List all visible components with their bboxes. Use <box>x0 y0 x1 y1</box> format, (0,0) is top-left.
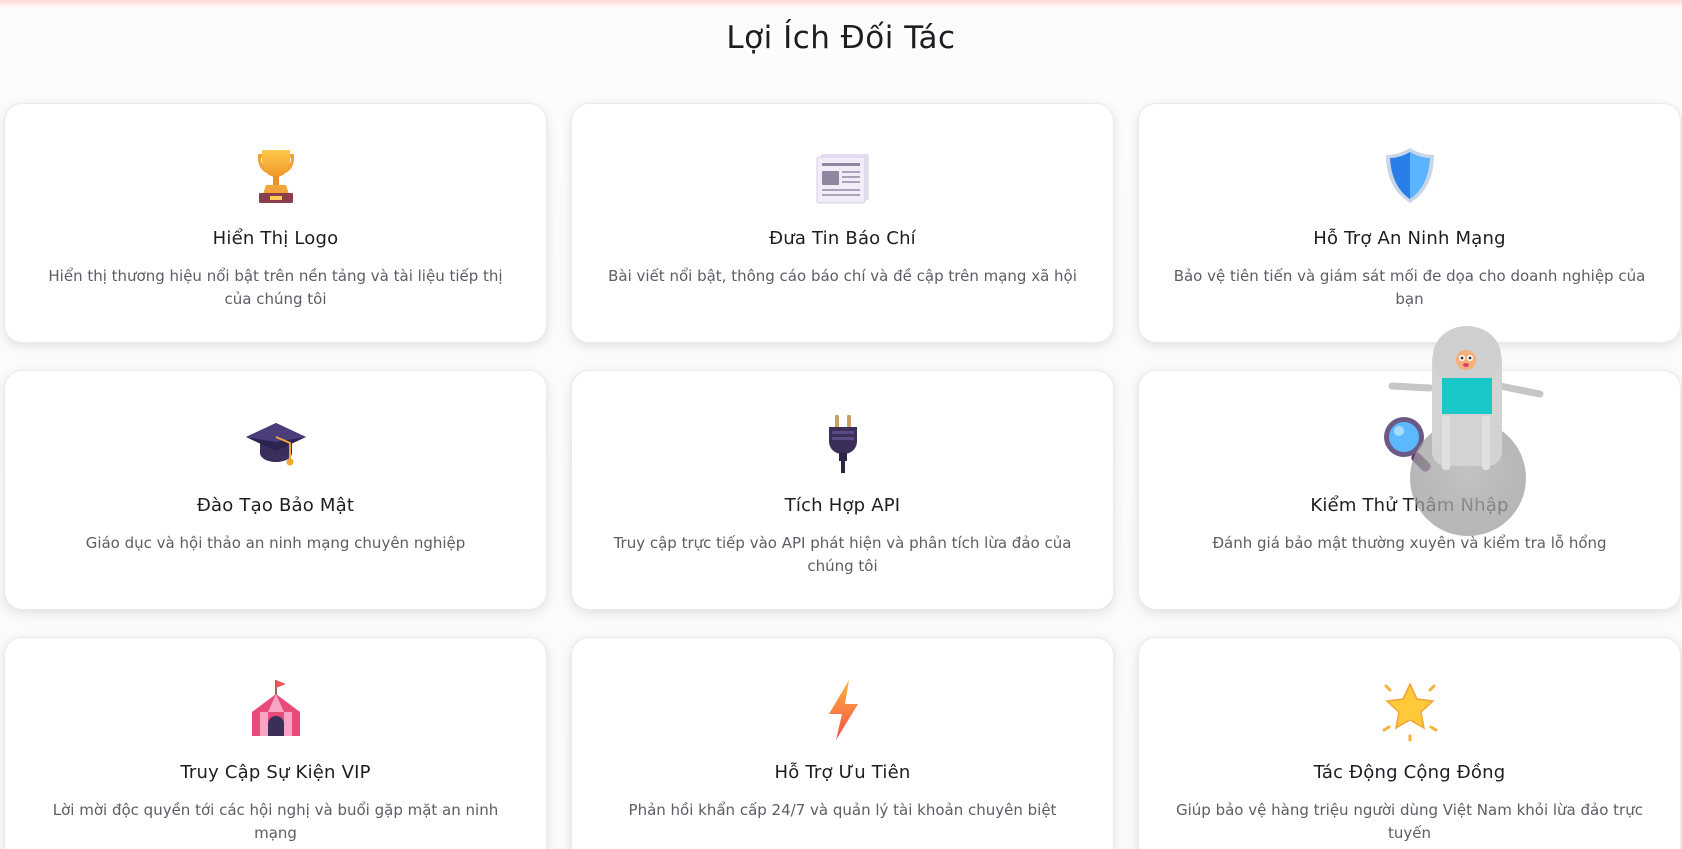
benefit-description: Truy cập trực tiếp vào API phát hiện và … <box>613 534 1072 575</box>
newspaper-icon <box>816 154 869 204</box>
benefit-card-priority-support: Hỗ Trợ Ưu Tiên Phản hồi khẩn cấp 24/7 và… <box>571 637 1114 849</box>
benefit-description: Bảo vệ tiên tiến và giám sát mối đe dọa … <box>1173 267 1646 308</box>
benefit-title: Truy Cập Sự Kiện VIP <box>180 762 371 783</box>
robot-mascot-overlay <box>1388 326 1544 536</box>
benefit-card-api: Tích Hợp API Truy cập trực tiếp vào API … <box>571 370 1114 610</box>
benefit-description: Lời mời độc quyền tới các hội nghị và bu… <box>52 801 499 842</box>
benefit-card-community: Tác Động Cộng Đồng Giúp bảo vệ hàng triệ… <box>1138 637 1681 849</box>
benefit-description: Giáo dục và hội thảo an ninh mạng chuyên… <box>85 534 466 552</box>
lightning-icon <box>828 680 858 740</box>
benefit-description: Phản hồi khẩn cấp 24/7 và quản lý tài kh… <box>628 801 1057 819</box>
benefit-title: Tích Hợp API <box>784 495 901 516</box>
benefit-card-training: Đào Tạo Bảo Mật Giáo dục và hội thảo an … <box>4 370 547 610</box>
graduation-cap-icon <box>245 423 306 466</box>
benefit-description: Bài viết nổi bật, thông cáo báo chí và đ… <box>608 267 1077 285</box>
benefit-description: Hiển thị thương hiệu nổi bật trên nền tả… <box>48 267 503 308</box>
section-title: Lợi Ích Đối Tác <box>726 20 956 56</box>
benefit-card-press: Đưa Tin Báo Chí Bài viết nổi bật, thông … <box>571 103 1114 343</box>
shield-icon <box>1385 148 1434 203</box>
benefit-card-vip-events: Truy Cập Sự Kiện VIP Lời mời độc quyền t… <box>4 637 547 849</box>
partner-benefits-page: Lợi Ích Đối Tác Hiển Thị Logo Hiển thị t… <box>0 0 1682 849</box>
circus-tent-icon <box>251 680 300 736</box>
trophy-icon <box>257 150 294 203</box>
benefit-title: Đào Tạo Bảo Mật <box>196 495 355 516</box>
benefit-title: Hiển Thị Logo <box>212 228 339 249</box>
plug-icon <box>828 415 857 473</box>
benefit-card-logo: Hiển Thị Logo Hiển thị thương hiệu nổi b… <box>4 103 547 343</box>
benefit-description: Giúp bảo vệ hàng triệu người dùng Việt N… <box>1176 801 1643 842</box>
benefit-title: Đưa Tin Báo Chí <box>769 228 916 249</box>
benefit-title: Hỗ Trợ An Ninh Mạng <box>1313 228 1506 249</box>
glowing-star-icon <box>1382 682 1437 742</box>
benefit-title: Hỗ Trợ Ưu Tiên <box>774 762 911 783</box>
benefit-title: Tác Động Cộng Đồng <box>1313 762 1506 783</box>
top-accent-strip <box>0 0 1682 6</box>
benefit-card-cybersecurity: Hỗ Trợ An Ninh Mạng Bảo vệ tiên tiến và … <box>1138 103 1681 343</box>
